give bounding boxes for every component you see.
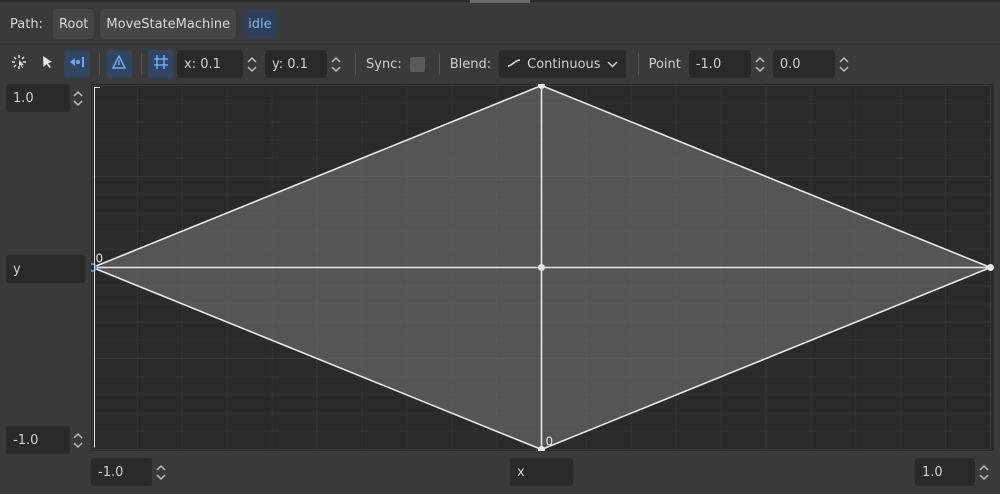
- path-bar: Path: Root MoveStateMachine idle: [4, 8, 278, 40]
- y-max-arrows[interactable]: [69, 84, 87, 112]
- chevron-down-icon: [73, 441, 83, 448]
- snap-x-arrows[interactable]: [243, 50, 261, 78]
- chevron-down-icon: [73, 99, 83, 106]
- chevron-up-icon: [755, 56, 765, 63]
- chevron-up-icon: [73, 90, 83, 97]
- toolbar-separator: [355, 53, 356, 75]
- triangle-mode-button[interactable]: [106, 50, 132, 78]
- point-x-field[interactable]: -1.0: [688, 50, 751, 78]
- y-min-field[interactable]: -1.0: [6, 426, 70, 454]
- point-y-field[interactable]: 0.0: [772, 50, 835, 78]
- chevron-up-icon: [73, 432, 83, 439]
- divider: [0, 44, 1000, 45]
- point-y-spinbox[interactable]: 0.0: [772, 50, 853, 78]
- chevron-down-icon: [331, 65, 341, 72]
- blend-point-label: 0: [546, 435, 554, 449]
- toolbar-separator: [637, 53, 639, 75]
- snap-x-spinbox[interactable]: x: 0.1: [177, 50, 261, 78]
- y-label-field[interactable]: y: [6, 255, 85, 283]
- panel-resize-grip[interactable]: [470, 0, 530, 3]
- triangle-icon: [111, 54, 127, 74]
- toolbar: x: 0.1 y: 0.1 Sync: Blend: Continuous Po…: [6, 48, 857, 80]
- blend-mode-value: Continuous: [527, 56, 601, 72]
- x-min-field[interactable]: -1.0: [91, 458, 152, 486]
- chevron-up-icon: [247, 56, 257, 63]
- blend-point[interactable]: [987, 264, 994, 271]
- chevron-down-icon: [607, 57, 618, 72]
- chevron-down-icon: [156, 473, 166, 480]
- chevron-up-icon: [979, 464, 989, 471]
- blend-space-graph[interactable]: 00: [91, 84, 994, 451]
- snap-y-field[interactable]: y: 0.1: [265, 50, 327, 78]
- toolbar-separator: [141, 53, 142, 75]
- crumb-root[interactable]: Root: [52, 9, 95, 39]
- blend-point[interactable]: [538, 446, 545, 452]
- snap-grid-button[interactable]: [148, 50, 174, 78]
- toolbar-separator: [438, 53, 440, 75]
- select-add-points-button[interactable]: [6, 50, 32, 78]
- chevron-up-icon: [331, 56, 341, 63]
- point-label: Point: [648, 56, 681, 72]
- point-y-arrows[interactable]: [835, 50, 853, 78]
- crumb-idle[interactable]: idle: [242, 9, 278, 39]
- sync-label: Sync:: [366, 56, 402, 72]
- chevron-up-icon: [156, 464, 166, 471]
- crumb-movestatemachine[interactable]: MoveStateMachine: [100, 9, 237, 39]
- x-min-arrows[interactable]: [152, 458, 170, 486]
- create-point-icon: [68, 54, 86, 74]
- chevron-up-icon: [839, 56, 849, 63]
- chevron-down-icon: [247, 65, 257, 72]
- point-x-spinbox[interactable]: -1.0: [688, 50, 769, 78]
- sync-checkbox[interactable]: [409, 56, 425, 72]
- snap-grid-icon: [153, 54, 169, 74]
- x-max-field[interactable]: 1.0: [915, 458, 975, 486]
- path-label: Path:: [10, 16, 43, 32]
- chevron-down-icon: [839, 65, 849, 72]
- x-label-field[interactable]: x: [510, 458, 573, 486]
- snap-y-spinbox[interactable]: y: 0.1: [265, 50, 345, 78]
- snap-y-arrows[interactable]: [327, 50, 345, 78]
- blend-point[interactable]: [538, 264, 545, 271]
- blend-label: Blend:: [449, 56, 492, 72]
- y-max-field[interactable]: 1.0: [6, 84, 70, 112]
- y-min-arrows[interactable]: [69, 426, 87, 454]
- point-x-arrows[interactable]: [751, 50, 769, 78]
- select-add-points-icon: [11, 54, 27, 74]
- cursor-arrow-icon: [41, 55, 55, 73]
- chevron-down-icon: [979, 473, 989, 480]
- blend-point-label: 0: [96, 252, 104, 266]
- blend-space-canvas[interactable]: 00: [91, 84, 994, 451]
- toolbar-separator: [99, 53, 100, 75]
- blend-curve-icon: [507, 57, 521, 72]
- create-point-button[interactable]: [64, 50, 90, 78]
- select-move-button[interactable]: [35, 50, 61, 78]
- snap-x-field[interactable]: x: 0.1: [177, 50, 243, 78]
- chevron-down-icon: [755, 65, 765, 72]
- x-max-arrows[interactable]: [975, 458, 993, 486]
- blend-point[interactable]: [538, 84, 545, 89]
- blend-mode-dropdown[interactable]: Continuous: [499, 50, 626, 78]
